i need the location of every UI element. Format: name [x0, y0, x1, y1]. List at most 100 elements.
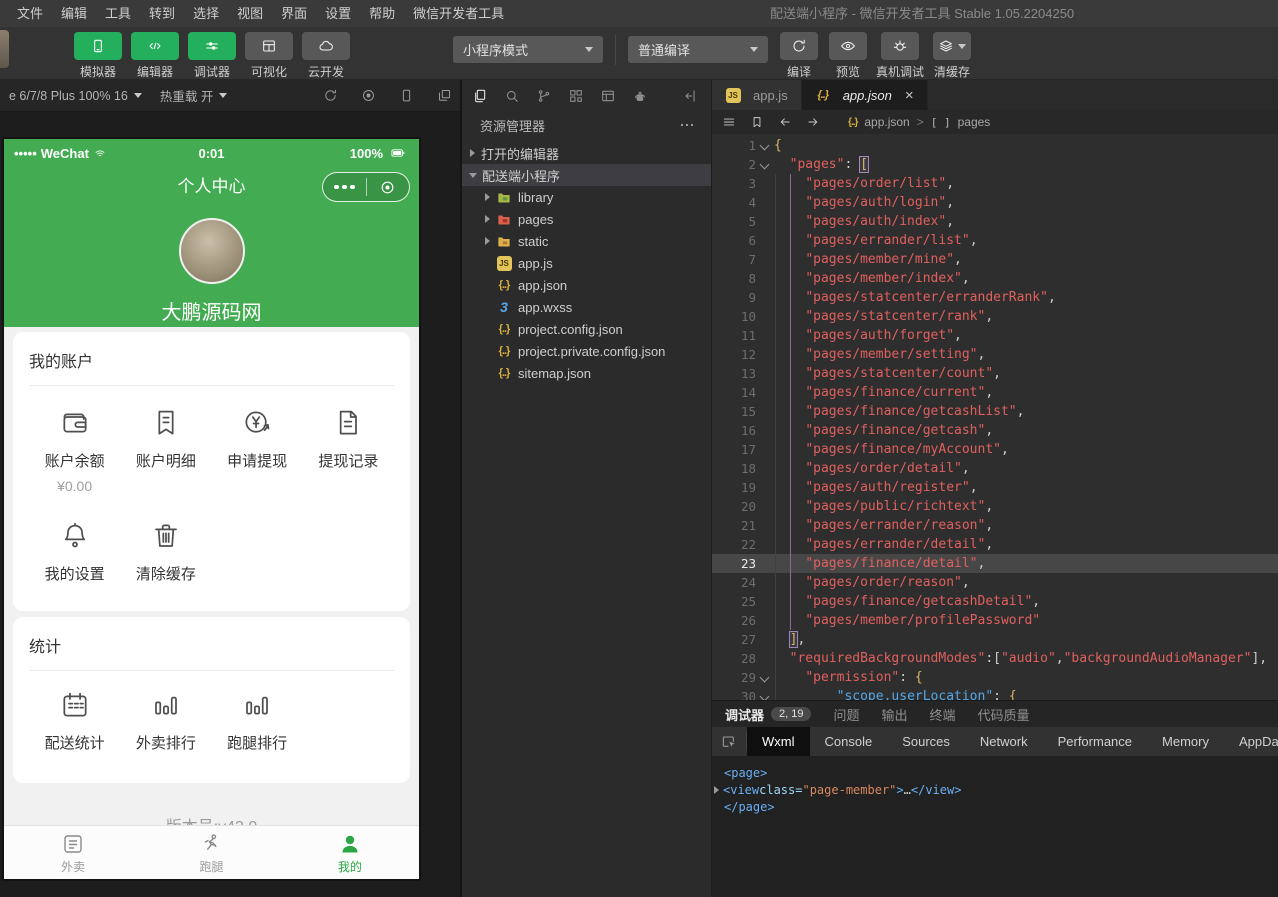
wxml-node[interactable]: </page>: [712, 798, 1278, 815]
code-line[interactable]: 21 "pages/errander/reason",: [712, 516, 1278, 535]
grid-item[interactable]: 配送统计: [29, 689, 120, 753]
more-actions-icon[interactable]: [681, 124, 694, 127]
code-line[interactable]: 25 "pages/finance/getcashDetail",: [712, 592, 1278, 611]
menu-item[interactable]: 工具: [96, 0, 140, 27]
code-line[interactable]: 1{: [712, 136, 1278, 155]
grid-item[interactable]: 账户余额¥0.00: [29, 407, 120, 494]
menu-item[interactable]: 界面: [272, 0, 316, 27]
device-frame-icon[interactable]: [399, 88, 414, 103]
debugger-tab[interactable]: 输出: [882, 705, 908, 724]
bookmark-icon[interactable]: [750, 115, 764, 129]
wxml-node[interactable]: <view class="page-member">…</view>: [712, 781, 1278, 798]
code-editor[interactable]: 1{2 "pages": [3 "pages/order/list",4 "pa…: [712, 134, 1278, 700]
menu-item[interactable]: 设置: [316, 0, 360, 27]
breadcrumb-node[interactable]: pages: [958, 115, 991, 129]
debugger-tab[interactable]: 代码质量: [978, 705, 1030, 724]
avatar[interactable]: [179, 218, 245, 284]
phone-tab-active[interactable]: 我的: [281, 826, 419, 879]
devtools-tab[interactable]: Memory: [1147, 727, 1224, 756]
breadcrumb-file[interactable]: app.json: [864, 115, 909, 129]
more-icon[interactable]: [323, 185, 366, 190]
devtools-tab[interactable]: AppData: [1224, 727, 1278, 756]
collapse-sidebar-icon[interactable]: [683, 88, 699, 104]
code-line[interactable]: 8 "pages/member/index",: [712, 269, 1278, 288]
devtools-tab[interactable]: Wxml: [747, 727, 810, 756]
tree-item-open-editors[interactable]: 打开的编辑器: [462, 142, 711, 164]
tree-file[interactable]: {..}project.private.config.json: [462, 340, 711, 362]
search-icon[interactable]: [504, 88, 520, 104]
menu-item[interactable]: 选择: [184, 0, 228, 27]
code-line[interactable]: 3 "pages/order/list",: [712, 174, 1278, 193]
code-line[interactable]: 30 "scope.userLocation": {: [712, 687, 1278, 700]
grid-item[interactable]: 我的设置: [29, 520, 120, 584]
menu-item[interactable]: 帮助: [360, 0, 404, 27]
tree-folder[interactable]: pages: [462, 208, 711, 230]
menu-item[interactable]: 转到: [140, 0, 184, 27]
debugger-tab[interactable]: 终端: [930, 705, 956, 724]
close-target-icon[interactable]: [367, 179, 410, 196]
code-line[interactable]: 16 "pages/finance/getcash",: [712, 421, 1278, 440]
back-arrow-icon[interactable]: [778, 115, 792, 129]
refresh-icon[interactable]: [323, 88, 338, 103]
devtools-tab[interactable]: Performance: [1043, 727, 1147, 756]
toolbar-button[interactable]: 调试器: [188, 32, 236, 80]
debugger-tab[interactable]: 问题: [833, 705, 859, 724]
code-line[interactable]: 10 "pages/statcenter/rank",: [712, 307, 1278, 326]
grid-item[interactable]: 申请提现: [212, 407, 303, 494]
wxml-node[interactable]: <page>: [712, 764, 1278, 781]
code-line[interactable]: 23 "pages/finance/detail",: [712, 554, 1278, 573]
toolbar-button[interactable]: 编辑器: [131, 32, 179, 80]
tree-folder[interactable]: library: [462, 186, 711, 208]
menu-item[interactable]: 文件: [8, 0, 52, 27]
code-line[interactable]: 13 "pages/statcenter/count",: [712, 364, 1278, 383]
tree-file[interactable]: 3app.wxss: [462, 296, 711, 318]
code-line[interactable]: 19 "pages/auth/register",: [712, 478, 1278, 497]
code-line[interactable]: 27 ],: [712, 630, 1278, 649]
toolbar-button[interactable]: 云开发: [302, 32, 350, 80]
toolbar-button[interactable]: 模拟器: [74, 32, 122, 80]
code-line[interactable]: 18 "pages/order/detail",: [712, 459, 1278, 478]
code-line[interactable]: 11 "pages/auth/forget",: [712, 326, 1278, 345]
devtools-tab[interactable]: Sources: [887, 727, 965, 756]
fold-chevron-icon[interactable]: [756, 668, 774, 687]
devtools-tab[interactable]: Console: [810, 727, 888, 756]
code-line[interactable]: 15 "pages/finance/getcashList",: [712, 402, 1278, 421]
code-line[interactable]: 4 "pages/auth/login",: [712, 193, 1278, 212]
forward-arrow-icon[interactable]: [806, 115, 820, 129]
toolbar-action-button[interactable]: 编译: [778, 32, 820, 80]
toolbar-action-button[interactable]: 预览: [827, 32, 869, 80]
tree-item-project-root[interactable]: 配送端小程序: [462, 164, 711, 186]
grid-item[interactable]: 跑腿排行: [212, 689, 303, 753]
mode-select[interactable]: 小程序模式: [453, 36, 603, 63]
outline-icon[interactable]: [722, 115, 736, 129]
code-line[interactable]: 12 "pages/member/setting",: [712, 345, 1278, 364]
code-line[interactable]: 20 "pages/public/richtext",: [712, 497, 1278, 516]
toolbar-action-button[interactable]: 清缓存: [931, 32, 973, 80]
code-line[interactable]: 5 "pages/auth/index",: [712, 212, 1278, 231]
device-select[interactable]: e 6/7/8 Plus 100% 16: [0, 80, 151, 111]
fold-chevron-icon[interactable]: [756, 687, 774, 700]
menu-item[interactable]: 编辑: [52, 0, 96, 27]
tree-file[interactable]: {..}app.json: [462, 274, 711, 296]
layout-panes-icon[interactable]: [600, 88, 616, 104]
code-line[interactable]: 22 "pages/errander/detail",: [712, 535, 1278, 554]
expand-arrow-icon[interactable]: [714, 786, 719, 794]
code-line[interactable]: 6 "pages/errander/list",: [712, 231, 1278, 250]
record-icon[interactable]: [361, 88, 376, 103]
grid-item[interactable]: 清除缓存: [120, 520, 211, 584]
menu-item[interactable]: 微信开发者工具: [404, 0, 513, 27]
code-line[interactable]: 7 "pages/member/mine",: [712, 250, 1278, 269]
fold-chevron-icon[interactable]: [756, 136, 774, 155]
code-line[interactable]: 2 "pages": [: [712, 155, 1278, 174]
code-line[interactable]: 24 "pages/order/reason",: [712, 573, 1278, 592]
compile-mode-select[interactable]: 普通编译: [628, 36, 768, 63]
devtools-tab[interactable]: Network: [965, 727, 1043, 756]
editor-tab[interactable]: JSapp.js: [712, 80, 802, 110]
extensions-icon[interactable]: [568, 88, 584, 104]
account-avatar-sliver[interactable]: [0, 30, 9, 68]
hot-reload-toggle[interactable]: 热重载 开: [151, 80, 236, 111]
tree-file[interactable]: {..}project.config.json: [462, 318, 711, 340]
toolbar-button[interactable]: 可视化: [245, 32, 293, 80]
tree-folder[interactable]: static: [462, 230, 711, 252]
tree-file[interactable]: JSapp.js: [462, 252, 711, 274]
